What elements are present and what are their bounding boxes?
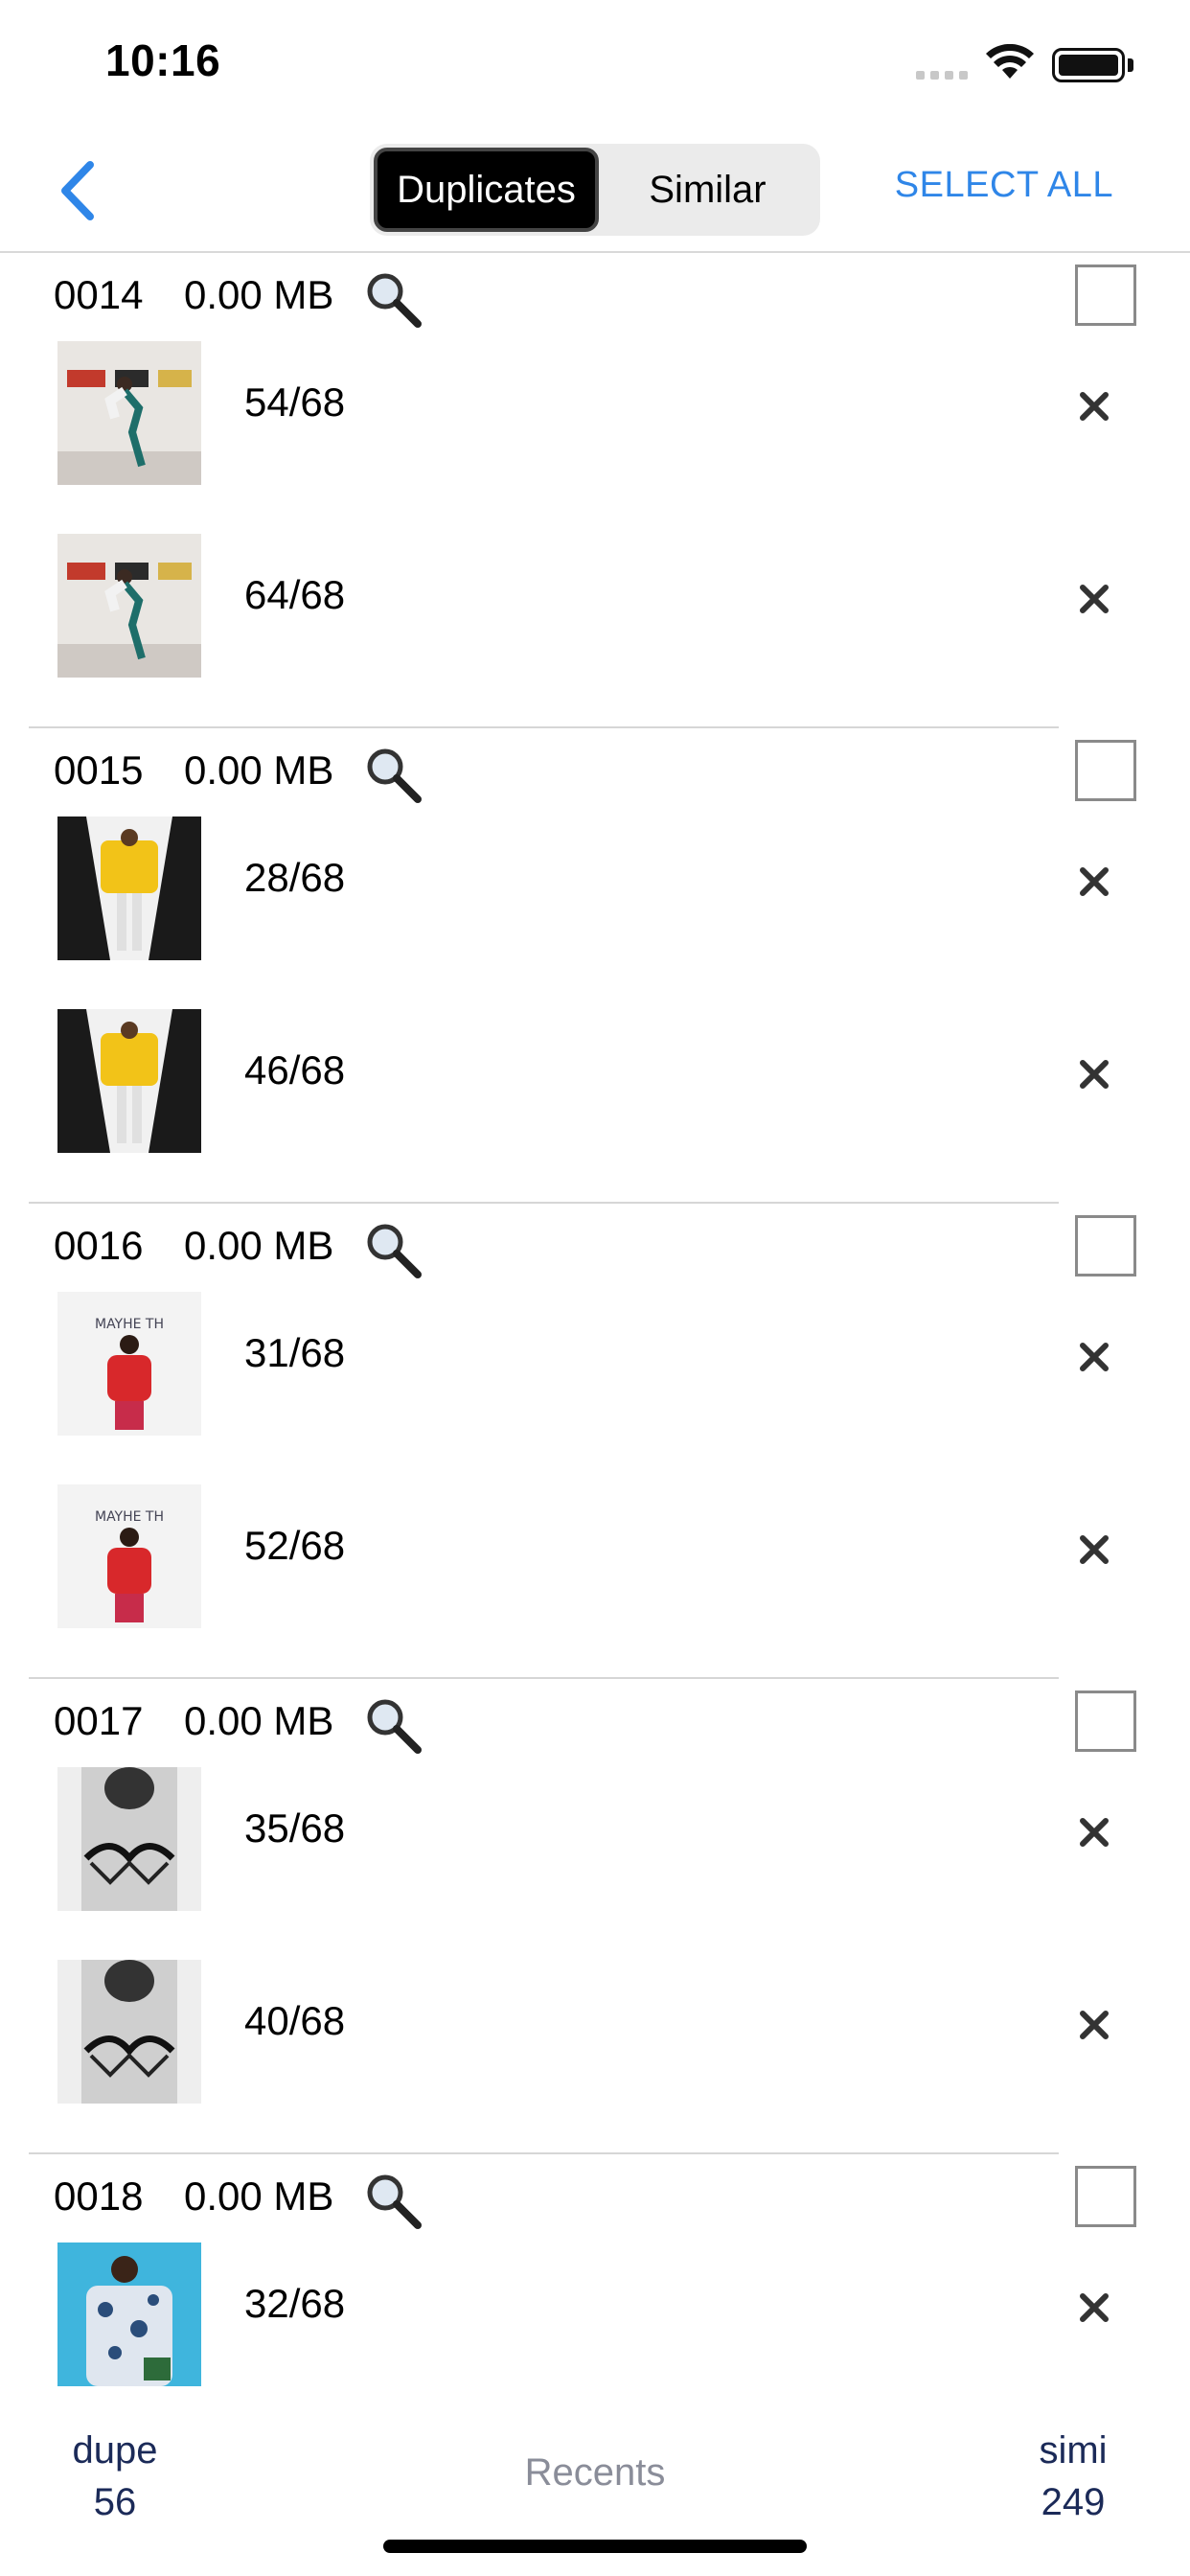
- battery-icon: [1052, 48, 1125, 82]
- photo-thumbnail[interactable]: MAYHE TH: [57, 1484, 201, 1628]
- item-count: 31/68: [244, 1330, 346, 1375]
- group-id: 0017: [54, 1698, 144, 1743]
- home-indicator: [383, 2540, 807, 2553]
- list-item[interactable]: 40/68: [0, 1960, 1190, 2152]
- close-icon[interactable]: [1073, 1529, 1115, 1571]
- group-size: 0.00 MB: [184, 748, 334, 793]
- group-header: 0016 0.00 MB: [0, 1204, 1190, 1292]
- close-icon[interactable]: [1073, 861, 1115, 903]
- group-id: 0018: [54, 2174, 144, 2219]
- svg-text:MAYHE TH: MAYHE TH: [95, 1509, 164, 1525]
- group: 0015 0.00 MB 28/68 46/68: [0, 728, 1190, 1204]
- group-id: 0015: [54, 748, 144, 793]
- magnifier-icon[interactable]: [362, 268, 423, 330]
- group-checkbox[interactable]: [1075, 2166, 1136, 2227]
- photo-thumbnail[interactable]: [57, 534, 201, 678]
- item-count: 32/68: [244, 2281, 346, 2326]
- item-count: 64/68: [244, 572, 346, 617]
- close-icon[interactable]: [1073, 1811, 1115, 1853]
- list-item[interactable]: 54/68: [0, 341, 1190, 534]
- simi-label: simi: [1039, 2429, 1108, 2472]
- group-header: 0014 0.00 MB: [0, 253, 1190, 341]
- item-count: 35/68: [244, 1806, 346, 1851]
- close-icon[interactable]: [1073, 1336, 1115, 1378]
- magnifier-icon[interactable]: [362, 1219, 423, 1280]
- photo-thumbnail[interactable]: [57, 816, 201, 960]
- list-item[interactable]: 64/68: [0, 534, 1190, 726]
- group-size: 0.00 MB: [184, 2174, 334, 2219]
- photo-thumbnail[interactable]: MAYHE TH: [57, 1292, 201, 1436]
- group: 0017 0.00 MB 35/68 40/68: [0, 1679, 1190, 2154]
- tab-duplicates[interactable]: Duplicates: [374, 148, 599, 232]
- dupe-count: 56: [93, 2481, 137, 2523]
- list-item[interactable]: 46/68: [0, 1009, 1190, 1202]
- close-icon[interactable]: [1073, 2287, 1115, 2329]
- photo-thumbnail[interactable]: [57, 1767, 201, 1911]
- group-size: 0.00 MB: [184, 1223, 334, 1268]
- group: 0014 0.00 MB 54/68 64/68: [0, 253, 1190, 728]
- list-item[interactable]: MAYHE TH 31/68: [0, 1292, 1190, 1484]
- group-checkbox[interactable]: [1075, 740, 1136, 801]
- group-id: 0016: [54, 1223, 144, 1268]
- photo-thumbnail[interactable]: [57, 1009, 201, 1153]
- wifi-icon: [986, 44, 1034, 79]
- close-icon[interactable]: [1073, 578, 1115, 620]
- photo-thumbnail[interactable]: [57, 2242, 201, 2386]
- close-icon[interactable]: [1073, 2004, 1115, 2046]
- simi-count: 249: [1041, 2481, 1106, 2523]
- item-count: 28/68: [244, 855, 346, 900]
- group-checkbox[interactable]: [1075, 1690, 1136, 1752]
- magnifier-icon[interactable]: [362, 2170, 423, 2231]
- dupe-tab[interactable]: dupe 56: [57, 2425, 172, 2528]
- chevron-left-icon[interactable]: [48, 157, 115, 224]
- tab-similar[interactable]: Similar: [599, 148, 816, 232]
- item-count: 52/68: [244, 1523, 346, 1568]
- segmented-control: Duplicates Similar: [370, 144, 820, 236]
- group-checkbox[interactable]: [1075, 264, 1136, 326]
- item-count: 46/68: [244, 1047, 346, 1092]
- group: 0016 0.00 MB MAYHE TH 31/68 MAYHE TH 52/68: [0, 1204, 1190, 1679]
- status-time: 10:16: [105, 35, 221, 85]
- photo-thumbnail[interactable]: [57, 1960, 201, 2104]
- list-item[interactable]: 28/68: [0, 816, 1190, 1009]
- group-header: 0017 0.00 MB: [0, 1679, 1190, 1767]
- recents-button[interactable]: Recents: [479, 2451, 711, 2495]
- simi-tab[interactable]: simi 249: [1016, 2425, 1131, 2528]
- magnifier-icon[interactable]: [362, 744, 423, 805]
- select-all-button[interactable]: SELECT ALL: [895, 165, 1113, 206]
- battery-tip: [1128, 58, 1133, 72]
- bottom-bar: dupe 56 Recents simi 249: [0, 2386, 1190, 2576]
- cellular-signal-icon: [916, 71, 968, 80]
- magnifier-icon[interactable]: [362, 1694, 423, 1756]
- group-checkbox[interactable]: [1075, 1215, 1136, 1276]
- group-size: 0.00 MB: [184, 1698, 334, 1743]
- photo-thumbnail[interactable]: [57, 341, 201, 485]
- dupe-label: dupe: [72, 2429, 158, 2472]
- group-header: 0015 0.00 MB: [0, 728, 1190, 816]
- duplicates-list: 0014 0.00 MB 54/68 64/68 0015 0.00 MB 28/68 46/…: [0, 253, 1190, 2435]
- list-item[interactable]: MAYHE TH 52/68: [0, 1484, 1190, 1677]
- group-id: 0014: [54, 272, 144, 317]
- close-icon[interactable]: [1073, 385, 1115, 427]
- nav-bar: Duplicates Similar SELECT ALL: [0, 126, 1190, 253]
- item-count: 40/68: [244, 1998, 346, 2043]
- svg-text:MAYHE TH: MAYHE TH: [95, 1317, 164, 1332]
- status-bar: 10:16: [0, 0, 1190, 126]
- item-count: 54/68: [244, 380, 346, 425]
- group-size: 0.00 MB: [184, 272, 334, 317]
- close-icon[interactable]: [1073, 1053, 1115, 1095]
- list-item[interactable]: 35/68: [0, 1767, 1190, 1960]
- group-header: 0018 0.00 MB: [0, 2154, 1190, 2242]
